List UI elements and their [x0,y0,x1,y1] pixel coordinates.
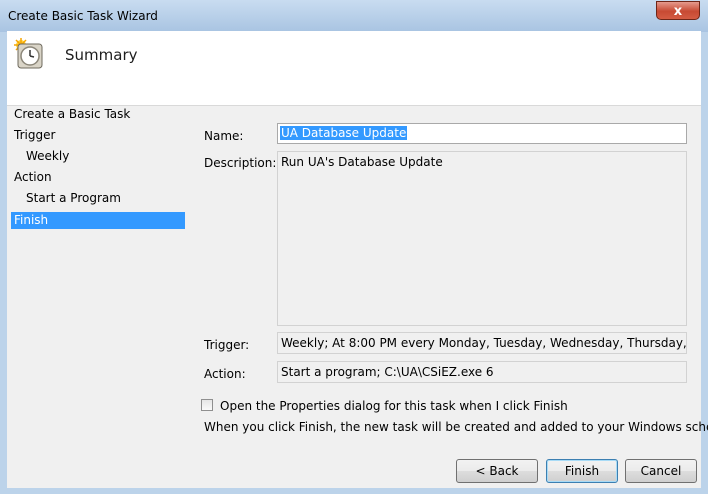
wizard-header: Summary [7,31,701,106]
nav-item-create-basic-task[interactable]: Create a Basic Task [14,106,130,123]
nav-item-start-program[interactable]: Start a Program [26,190,121,207]
action-value: Start a program; C:\UA\CSiEZ.exe 6 [281,365,494,379]
action-label: Action: [204,367,246,381]
action-field[interactable]: Start a program; C:\UA\CSiEZ.exe 6 [277,361,687,383]
nav-item-trigger[interactable]: Trigger [14,127,55,144]
description-label: Description: [204,156,277,170]
close-icon: x [673,4,683,19]
nav-item-finish[interactable]: Finish [11,212,185,229]
trigger-label: Trigger: [204,338,250,352]
trigger-value: Weekly; At 8:00 PM every Monday, Tuesday… [281,336,687,350]
window-title: Create Basic Task Wizard [8,9,158,23]
name-label: Name: [204,129,244,143]
name-field[interactable]: UA Database Update [277,123,687,144]
description-field[interactable]: Run UA's Database Update [277,151,687,326]
open-properties-checkbox[interactable] [201,399,213,411]
finish-button[interactable]: Finish [546,459,618,483]
clock-icon [14,38,43,69]
finish-info-text: When you click Finish, the new task will… [204,420,708,434]
trigger-field[interactable]: Weekly; At 8:00 PM every Monday, Tuesday… [277,332,687,354]
cancel-button[interactable]: Cancel [625,459,697,483]
wizard-steps-nav: Create a Basic Task Trigger Weekly Actio… [7,106,187,488]
page-title: Summary [65,46,138,64]
wizard-body: Create a Basic Task Trigger Weekly Actio… [7,106,708,488]
description-value: Run UA's Database Update [281,155,443,169]
close-button[interactable]: x [656,1,700,20]
nav-item-weekly[interactable]: Weekly [26,148,69,165]
back-button[interactable]: < Back [456,459,538,483]
name-value: UA Database Update [280,126,408,140]
nav-item-action[interactable]: Action [14,169,52,186]
title-bar[interactable]: Create Basic Task Wizard x [0,0,708,32]
open-properties-label[interactable]: Open the Properties dialog for this task… [220,399,568,413]
